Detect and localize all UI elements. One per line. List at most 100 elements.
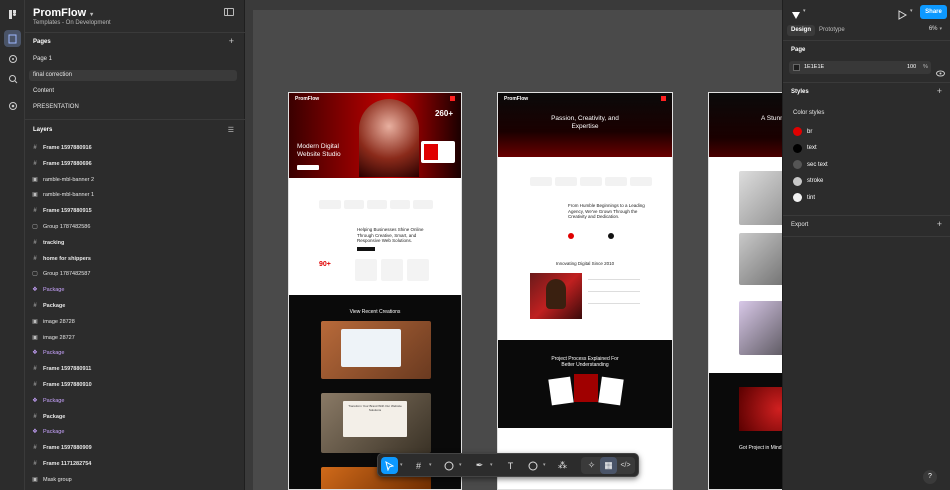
tab-prototype[interactable]: Prototype: [819, 25, 845, 36]
frame-icon: #: [33, 461, 37, 467]
color-swatch: [793, 127, 802, 136]
chevron-down-icon[interactable]: ▾: [459, 462, 462, 468]
shape-tool-icon[interactable]: [440, 457, 457, 474]
color-style-item[interactable]: br: [793, 127, 812, 136]
layer-row[interactable]: ❖ Package: [31, 284, 237, 296]
page-section-title: Page: [791, 47, 806, 53]
layer-row[interactable]: # Frame 1597880915: [31, 205, 237, 217]
page-item[interactable]: final correction: [29, 70, 237, 81]
frame-landing-page[interactable]: PromFlow 260+ Modern Digital Website Stu…: [288, 92, 462, 490]
frame-home-page[interactable]: A Stunni Innov Got Project in Mind: [708, 92, 782, 490]
figma-menu-icon[interactable]: [4, 6, 21, 23]
red-bullet: [568, 233, 574, 239]
color-style-item[interactable]: text: [793, 143, 817, 153]
layer-row[interactable]: # Frame 1171282754: [31, 458, 237, 470]
page-item[interactable]: PRESENTATION: [29, 102, 237, 113]
zoom-level[interactable]: 6% ▾: [929, 26, 942, 32]
design-mode-icon[interactable]: ▦: [600, 457, 617, 474]
search-icon[interactable]: [4, 70, 21, 87]
layer-row[interactable]: # Frame 1597880916: [31, 142, 237, 154]
text-tool-icon[interactable]: T: [502, 457, 519, 474]
layer-row[interactable]: # Frame 1597880911: [31, 363, 237, 375]
layer-name: Frame 1597880909: [43, 445, 92, 452]
chevron-down-icon[interactable]: ▾: [910, 8, 913, 14]
frame-icon: #: [33, 145, 37, 151]
layer-row[interactable]: ❖ Package: [31, 395, 237, 407]
layer-row[interactable]: # Frame 1597880909: [31, 442, 237, 454]
file-icon[interactable]: [4, 30, 21, 47]
frame-tool-icon[interactable]: #: [410, 457, 427, 474]
plugins-icon[interactable]: [4, 97, 21, 114]
add-style-icon[interactable]: +: [937, 86, 942, 96]
layers-options-icon[interactable]: ☰: [228, 126, 234, 134]
assets-icon[interactable]: [4, 50, 21, 67]
move-tool-icon[interactable]: [381, 457, 398, 474]
chevron-down-icon[interactable]: ▾: [429, 462, 432, 468]
layer-name: Frame 1597880911: [43, 366, 92, 373]
layer-row[interactable]: ▣ Mask group: [31, 474, 237, 486]
component-icon: ❖: [32, 287, 38, 294]
page-item[interactable]: Page 1: [29, 54, 237, 65]
layer-row[interactable]: ▣ image 28727: [31, 332, 237, 344]
dev-mode-icon[interactable]: </>: [617, 457, 634, 474]
layer-row[interactable]: ▣ ramble-mbl-banner 2: [31, 174, 237, 186]
help-button[interactable]: ?: [923, 470, 937, 484]
hero-stat: 260+: [434, 109, 453, 118]
layer-row[interactable]: # home for shippers: [31, 253, 237, 265]
page-color-field[interactable]: 1E1E1E 100 %: [789, 61, 931, 74]
chevron-down-icon[interactable]: ▾: [543, 462, 546, 468]
panel-toggle-icon[interactable]: [224, 8, 234, 16]
frame-dark-section: Project Process Explained For Better Und…: [498, 340, 672, 428]
process-card: [598, 376, 624, 406]
client-logo: [413, 200, 433, 209]
layer-row[interactable]: # Frame 1597880696: [31, 158, 237, 170]
image-icon: ▣: [32, 334, 38, 341]
frame-logo: PromFlow: [295, 96, 320, 102]
actions-icon[interactable]: ⁂: [554, 457, 571, 474]
chevron-down-icon[interactable]: ▾: [400, 462, 403, 468]
draw-mode-icon[interactable]: ✧: [583, 457, 600, 474]
layer-row[interactable]: ❖ Package: [31, 426, 237, 438]
layer-row[interactable]: # Frame 1597880910: [31, 379, 237, 391]
page-color-swatch: [793, 64, 800, 71]
file-name[interactable]: PromFlow ▾: [33, 7, 93, 19]
layer-row[interactable]: ▣ image 28728: [31, 316, 237, 328]
intro-heading: From Humble Beginnings to a Leading Agen…: [568, 203, 645, 219]
chevron-down-icon[interactable]: ▾: [490, 462, 493, 468]
process-card: [574, 374, 598, 402]
layers-title: Layers: [33, 127, 53, 133]
eye-icon[interactable]: [936, 64, 945, 82]
color-swatch: [793, 193, 802, 202]
layer-row[interactable]: ❖ Package: [31, 347, 237, 359]
add-export-icon[interactable]: +: [937, 219, 942, 229]
layer-row[interactable]: ▢ Group 1787482587: [31, 268, 237, 280]
tab-design[interactable]: Design: [787, 25, 816, 36]
layer-name: Frame 1597880916: [43, 145, 92, 151]
client-logo: [555, 177, 577, 186]
comment-tool-icon[interactable]: [524, 457, 541, 474]
color-style-item[interactable]: tint: [793, 193, 815, 202]
left-tool-rail: [0, 0, 25, 490]
layer-row[interactable]: # tracking: [31, 237, 237, 249]
hero-cta: [297, 165, 319, 170]
page-item[interactable]: Content: [29, 86, 237, 97]
color-style-name: stroke: [807, 178, 824, 184]
client-logo: [580, 177, 602, 186]
layer-row[interactable]: ▣ ramble-mbl-banner 1: [31, 189, 237, 201]
present-icon[interactable]: [898, 7, 908, 25]
chevron-down-icon[interactable]: ▾: [803, 8, 806, 14]
layer-row[interactable]: # Package: [31, 300, 237, 312]
add-page-icon[interactable]: +: [229, 36, 234, 46]
layer-row[interactable]: # Package: [31, 411, 237, 423]
color-style-item[interactable]: sec text: [793, 160, 828, 169]
layer-name: ramble-mbl-banner 1: [43, 192, 95, 199]
frame-about-page[interactable]: PromFlow Passion, Creativity, and Expert…: [497, 92, 673, 490]
floating-toolbar: ▾ # ▾ ▾ ✒ ▾ T ▾ ⁂ ✧ ▦ </>: [377, 453, 639, 477]
layer-row[interactable]: ▢ Group 1787482586: [31, 221, 237, 233]
color-swatch: [793, 143, 802, 153]
canvas[interactable]: PromFlow 260+ Modern Digital Website Stu…: [245, 0, 782, 490]
color-style-item[interactable]: stroke: [793, 176, 824, 186]
share-button[interactable]: Share: [920, 5, 947, 19]
user-avatar-icon[interactable]: [791, 7, 803, 19]
pen-tool-icon[interactable]: ✒: [471, 457, 488, 474]
